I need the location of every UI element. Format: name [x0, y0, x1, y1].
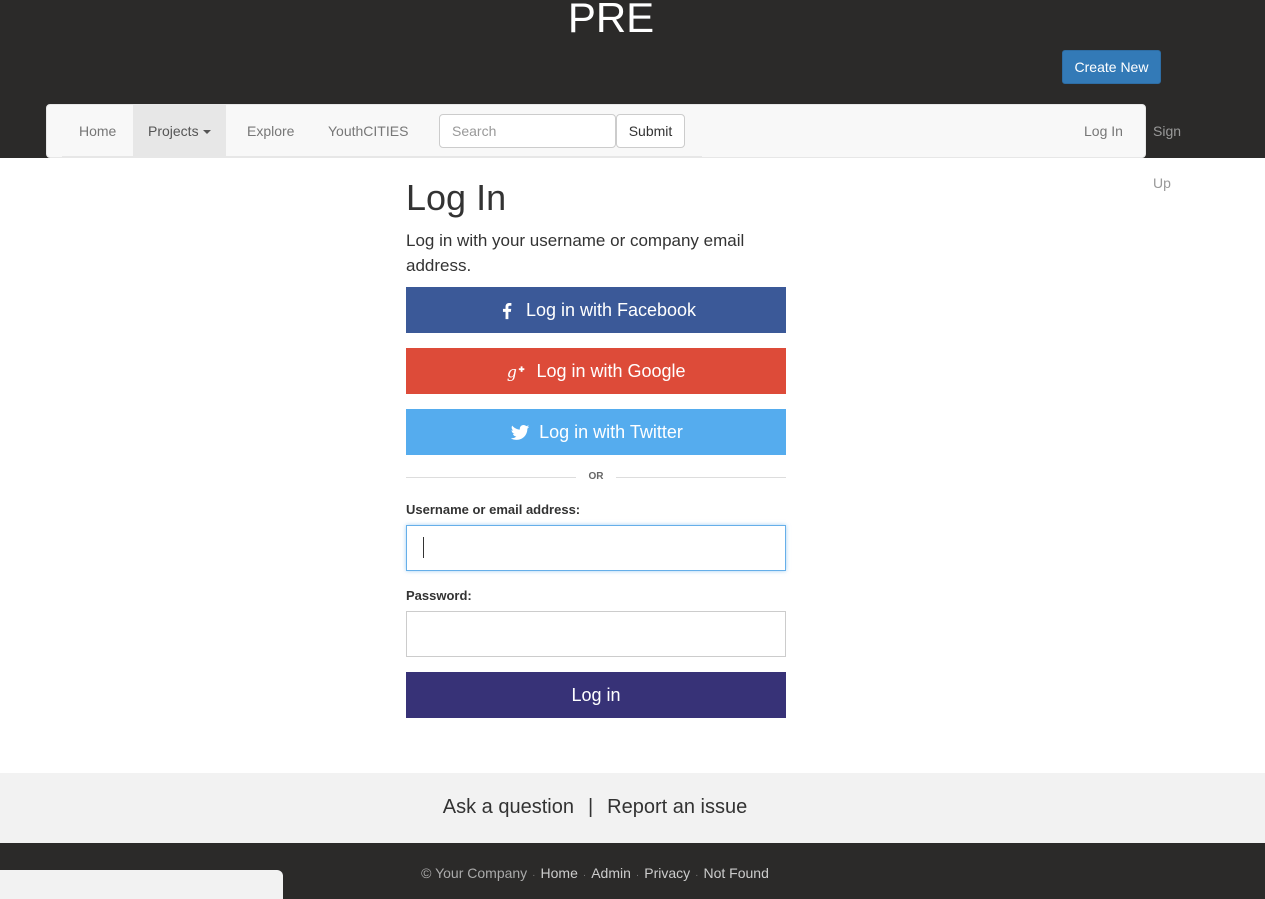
- help-separator: |: [587, 796, 594, 818]
- facebook-login-button[interactable]: Log in with Facebook: [406, 287, 786, 333]
- login-intro: Log in with your username or company ema…: [406, 231, 745, 275]
- username-label: Username or email address:: [406, 502, 581, 517]
- footer-dot: ·: [695, 870, 699, 881]
- footer-copyright: © Your Company: [421, 865, 528, 881]
- facebook-login-label: Log in with Facebook: [525, 300, 697, 320]
- footer-link-not-found[interactable]: Not Found: [704, 865, 769, 881]
- nav-login-link[interactable]: Log In: [1084, 105, 1123, 157]
- or-text: OR: [588, 471, 604, 482]
- username-field-wrap: [406, 525, 786, 571]
- text-cursor: [423, 537, 424, 558]
- site-header: PRE Create New Home Projects Explore You…: [0, 0, 1265, 191]
- footer-dot: ·: [582, 870, 587, 881]
- google-plus-icon: g: [507, 363, 525, 381]
- footer-dot: ·: [532, 870, 536, 881]
- password-input[interactable]: [406, 611, 786, 657]
- google-login-button[interactable]: g Log in with Google: [406, 348, 786, 394]
- nav-item-youthcities[interactable]: YouthCITIES: [311, 105, 425, 157]
- nav-item-projects-label: Projects: [148, 123, 199, 139]
- report-issue-link[interactable]: Report an issue: [607, 796, 747, 818]
- search-input[interactable]: [439, 114, 616, 148]
- password-label: Password:: [406, 588, 472, 603]
- twitter-login-label: Log in with Twitter: [539, 422, 683, 442]
- nav-item-explore[interactable]: Explore: [230, 105, 311, 157]
- nav-signup-link[interactable]: Sign Up: [1153, 105, 1181, 191]
- page-title: Log In: [406, 177, 507, 218]
- ask-question-link[interactable]: Ask a question: [443, 796, 574, 818]
- bottom-popup-panel: [0, 870, 283, 899]
- search-submit-button[interactable]: Submit: [616, 114, 685, 148]
- nav-item-home[interactable]: Home: [62, 105, 133, 157]
- svg-text:g: g: [507, 363, 517, 381]
- nav-item-projects[interactable]: Projects: [133, 105, 226, 157]
- help-links: Ask a question | Report an issue: [0, 796, 1190, 819]
- footer-link-admin[interactable]: Admin: [591, 865, 631, 881]
- or-divider: OR: [406, 469, 786, 485]
- login-submit-button[interactable]: Log in: [406, 672, 786, 718]
- footer-dot: ·: [635, 870, 640, 881]
- footer-link-privacy[interactable]: Privacy: [644, 865, 690, 881]
- navbar: Home Projects Explore YouthCITIES Submit…: [46, 104, 1181, 191]
- site-title: PRE: [567, 0, 655, 41]
- help-bar: Ask a question | Report an issue: [0, 773, 1265, 843]
- twitter-icon: [510, 424, 530, 440]
- footer-link-home[interactable]: Home: [541, 865, 578, 881]
- twitter-login-button[interactable]: Log in with Twitter: [406, 409, 786, 455]
- facebook-icon: [502, 302, 512, 319]
- create-new-button[interactable]: Create New: [1062, 50, 1161, 84]
- google-login-label: Log in with Google: [536, 361, 686, 381]
- username-input[interactable]: [406, 525, 786, 571]
- caret-down-icon: [202, 130, 211, 135]
